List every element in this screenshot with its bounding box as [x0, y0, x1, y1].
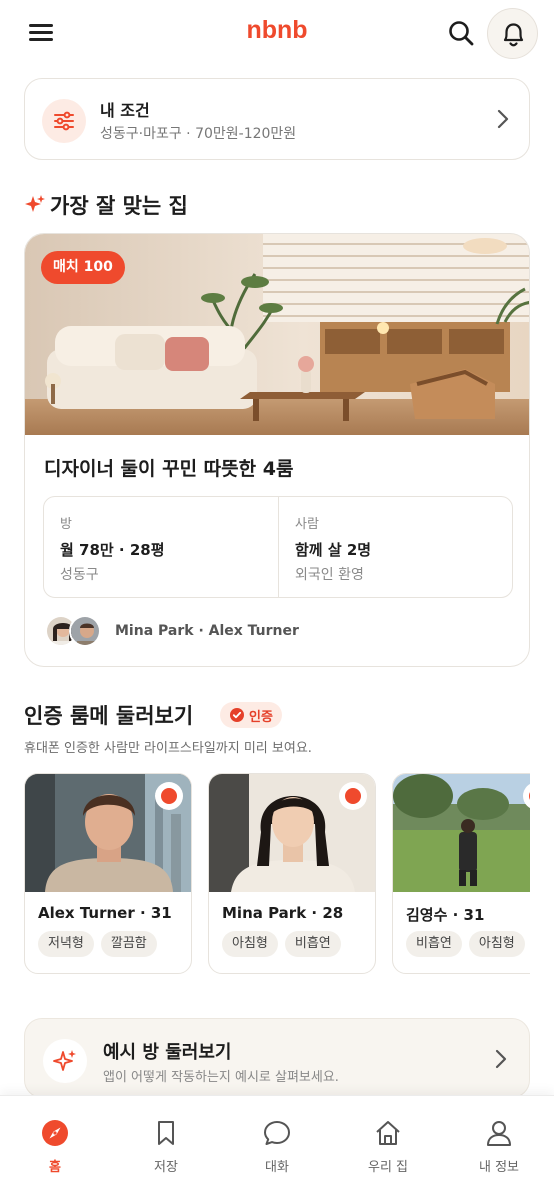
listing-owners: Mina Park · Alex Turner	[115, 623, 299, 639]
tab-label: 대화	[265, 1160, 289, 1175]
roommate-tags: 저녁형 깔끔함	[38, 931, 157, 957]
people-note: 외국인 환영	[295, 567, 364, 583]
tab-label: 우리 집	[367, 1160, 408, 1175]
roommate-tags: 비흡연 아침형	[406, 931, 525, 957]
check-circle-icon	[230, 708, 244, 722]
person-icon	[487, 1121, 511, 1146]
chevron-right-icon	[497, 109, 509, 129]
tab-our-house[interactable]: 우리 집	[333, 1096, 443, 1200]
example-title: 예시 방 둘러보기	[103, 1042, 232, 1063]
search-icon[interactable]	[446, 18, 476, 48]
tab-label: 저장	[154, 1160, 178, 1175]
lifestyle-tag: 저녁형	[38, 931, 94, 957]
conditions-summary: 성동구·마포구 · 70만원-120만원	[100, 126, 297, 142]
chevron-right-icon	[495, 1049, 507, 1069]
owner-avatars	[45, 615, 105, 649]
room-info: 방 월 78만 · 28평 성동구	[44, 497, 279, 597]
house-icon	[376, 1121, 400, 1145]
best-match-title: 가장 잘 맞는 집	[50, 194, 188, 218]
my-conditions-card[interactable]: 내 조건 성동구·마포구 · 70만원-120만원	[24, 78, 530, 160]
verified-badge: 인증	[220, 702, 282, 728]
lifestyle-tag: 비흡연	[284, 931, 341, 957]
people-label: 사람	[295, 517, 319, 532]
listing-card[interactable]: 매치 100 디자이너 둘이 꾸민 따뜻한 4룸 방 월 78만 · 28평 성…	[24, 233, 530, 667]
roommate-name: Mina Park · 28	[222, 904, 344, 922]
room-label: 방	[60, 517, 72, 532]
best-match-heading: 가장 잘 맞는 집	[24, 190, 188, 220]
chat-icon	[264, 1121, 290, 1145]
room-price: 월 78만 · 28평	[60, 541, 165, 559]
roommate-name: Alex Turner · 31	[38, 904, 172, 922]
bottom-tab-bar: 홈 저장 대화 우리 집 내 정보	[0, 1095, 554, 1200]
tab-label: 홈	[49, 1160, 61, 1175]
sparkle-icon	[43, 1039, 87, 1083]
tab-label: 내 정보	[478, 1160, 519, 1175]
sliders-icon	[42, 99, 86, 143]
lifestyle-tag: 깔끔함	[100, 931, 157, 957]
lifestyle-tag: 비흡연	[406, 931, 462, 957]
room-location: 성동구	[60, 567, 99, 583]
listing-title: 디자이너 둘이 꾸민 따뜻한 4룸	[44, 458, 294, 480]
roommate-name: 김영수 · 31	[406, 906, 485, 924]
lifestyle-tag: 아침형	[222, 931, 278, 957]
people-info: 사람 함께 살 2명 외국인 환영	[278, 497, 513, 597]
compass-icon	[42, 1120, 68, 1146]
listing-info: 방 월 78만 · 28평 성동구 사람 함께 살 2명 외국인 환영	[43, 496, 513, 598]
match-badge: 매치 100	[41, 251, 125, 284]
roommate-tags: 아침형 비흡연	[222, 931, 341, 957]
roommate-card[interactable]: Alex Turner · 31 저녁형 깔끔함	[24, 773, 192, 974]
roommate-card[interactable]: Mina Park · 28 아침형 비흡연	[208, 773, 376, 974]
app-header: nbnb	[0, 0, 554, 66]
verified-section-title: 인증 룸메 둘러보기	[24, 704, 194, 728]
verified-check-icon	[339, 782, 367, 810]
verified-check-icon	[155, 782, 183, 810]
verified-subtitle: 휴대폰 인증한 사람만 라이프스타일까지 미리 보여요.	[24, 741, 312, 756]
example-rooms-card[interactable]: 예시 방 둘러보기 앱이 어떻게 작동하는지 예시로 살펴보세요.	[24, 1018, 530, 1098]
verified-badge-label: 인증	[249, 709, 273, 725]
bell-icon[interactable]	[487, 8, 538, 59]
tab-saved[interactable]: 저장	[111, 1096, 221, 1200]
tab-chat[interactable]: 대화	[222, 1096, 332, 1200]
conditions-title: 내 조건	[100, 101, 150, 120]
people-count: 함께 살 2명	[295, 541, 372, 559]
carousel-edge	[530, 770, 554, 980]
avatar	[69, 615, 101, 647]
sparkle-icon	[25, 195, 45, 212]
example-subtitle: 앱이 어떻게 작동하는지 예시로 살펴보세요.	[103, 1070, 339, 1085]
tab-home[interactable]: 홈	[0, 1096, 110, 1200]
tab-my-info[interactable]: 내 정보	[444, 1096, 554, 1200]
lifestyle-tag: 아침형	[468, 931, 525, 957]
bookmark-icon	[158, 1121, 174, 1145]
